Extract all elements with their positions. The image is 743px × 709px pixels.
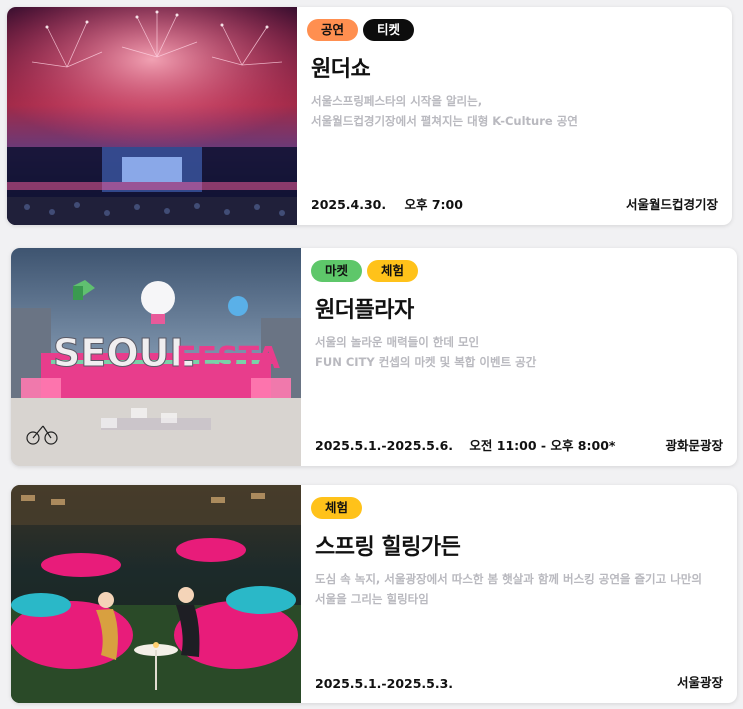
event-location: 서울광장 — [676, 675, 723, 690]
event-date: 2025.5.1.-2025.5.3. — [315, 676, 454, 691]
tag-market: 마켓 — [311, 260, 363, 282]
tag-list: 공연 티켓 — [307, 19, 415, 41]
event-title: 스프링 힐링가든 — [315, 535, 461, 560]
event-location: 서울월드컵경기장 — [625, 197, 718, 212]
event-description: 서울의 놀라운 매력들이 한데 모인 FUN CITY 컨셉의 마켓 및 복합 … — [315, 332, 536, 372]
svg-text:FESTA: FESTA — [176, 341, 281, 376]
tag-ticket: 티켓 — [363, 19, 415, 41]
event-description: 서울스프링페스타의 시작을 알리는, 서울월드컵경기장에서 펼쳐지는 대형 K-… — [311, 91, 578, 131]
svg-text:SEOUL: SEOUL — [53, 331, 194, 375]
tag-list: 체험 — [311, 497, 363, 519]
tag-experience: 체험 — [311, 497, 363, 519]
event-card-healing-garden[interactable]: 체험 스프링 힐링가든 도심 속 녹지, 서울광장에서 따스한 봄 햇살과 함께… — [11, 485, 737, 703]
tag-experience: 체험 — [367, 260, 419, 282]
tag-list: 마켓 체험 — [311, 260, 419, 282]
event-description-line: 서울월드컵경기장에서 펼쳐지는 대형 K-Culture 공연 — [311, 114, 578, 128]
event-card-wonderplaza[interactable]: SEOUL FESTA 마켓 체험 원더플라자 서울의 놀라운 매력들이 한데 … — [11, 248, 737, 466]
event-location: 광화문광장 — [665, 438, 723, 453]
event-datetime: 2025.5.1.-2025.5.3. — [315, 676, 453, 691]
event-datetime: 2025.5.1.-2025.5.6. 오전 11:00 - 오후 8:00* — [315, 435, 615, 454]
event-datetime: 2025.4.30. 오후 7:00 — [311, 194, 463, 213]
event-info: 체험 스프링 힐링가든 도심 속 녹지, 서울광장에서 따스한 봄 햇살과 함께… — [301, 485, 737, 703]
event-time: 오후 7:00 — [404, 197, 463, 212]
event-info: 마켓 체험 원더플라자 서울의 놀라운 매력들이 한데 모인 FUN CITY … — [301, 248, 737, 466]
event-description: 도심 속 녹지, 서울광장에서 따스한 봄 햇살과 함께 버스킹 공연을 즐기고… — [315, 569, 702, 609]
event-card-wondershow[interactable]: 공연 티켓 원더쇼 서울스프링페스타의 시작을 알리는, 서울월드컵경기장에서 … — [7, 7, 732, 225]
event-date: 2025.4.30. — [311, 197, 387, 212]
event-description-line: 서울의 놀라운 매력들이 한데 모인 — [315, 335, 480, 349]
event-description-line: 서울을 그리는 힐링타임 — [315, 592, 429, 606]
event-description-line: FUN CITY 컨셉의 마켓 및 복합 이벤트 공간 — [315, 355, 537, 369]
event-description-line: 서울스프링페스타의 시작을 알리는, — [311, 94, 483, 108]
event-title: 원더플라자 — [315, 298, 414, 323]
event-image-plaza: SEOUL FESTA — [11, 248, 301, 466]
event-description-line: 도심 속 녹지, 서울광장에서 따스한 봄 햇살과 함께 버스킹 공연을 즐기고… — [315, 572, 702, 586]
event-image-garden — [11, 485, 301, 703]
event-info: 공연 티켓 원더쇼 서울스프링페스타의 시작을 알리는, 서울월드컵경기장에서 … — [297, 7, 732, 225]
event-time: 오전 11:00 - 오후 8:00* — [469, 438, 616, 453]
tag-performance: 공연 — [307, 19, 359, 41]
event-date: 2025.5.1.-2025.5.6. — [315, 438, 454, 453]
event-image-fireworks — [7, 7, 297, 225]
event-title: 원더쇼 — [311, 57, 371, 82]
